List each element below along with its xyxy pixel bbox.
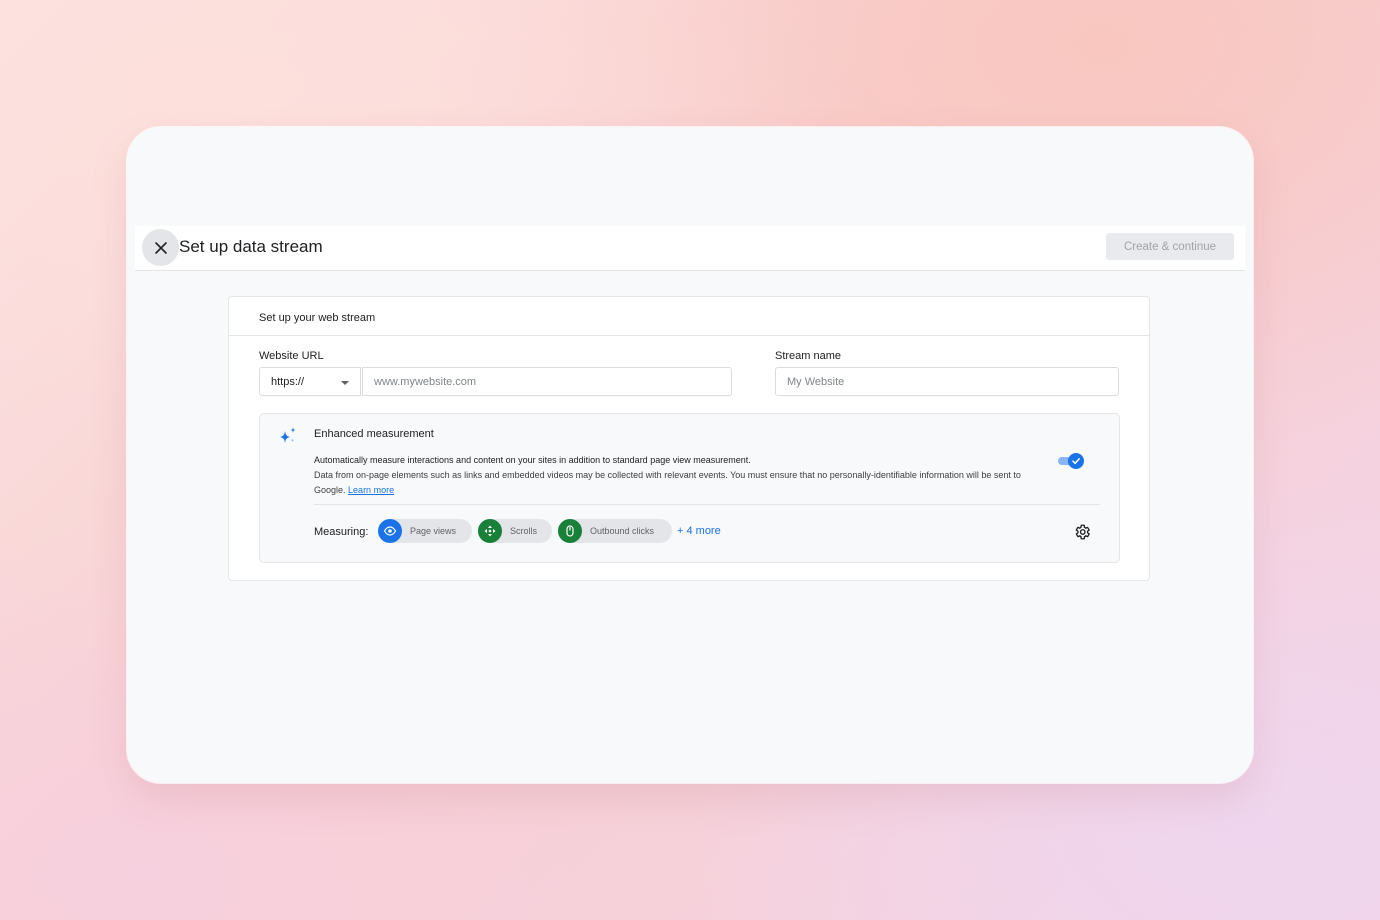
enhanced-measurement-description: Automatically measure interactions and c… [314, 453, 1049, 498]
more-link[interactable]: + 4 more [677, 525, 721, 537]
header-bar: Set up data stream Create & continue [135, 226, 1245, 271]
description-line-1: Automatically measure interactions and c… [314, 455, 751, 465]
learn-more-link[interactable]: Learn more [348, 485, 394, 495]
website-url-input[interactable]: www.mywebsite.com [362, 367, 732, 396]
chip-label: Scrolls [510, 526, 538, 536]
enhanced-measurement-title: Enhanced measurement [314, 428, 434, 440]
enhanced-measurement-panel: Enhanced measurement Automatically measu… [259, 413, 1120, 563]
app-window: Set up data stream Create & continue Set… [127, 127, 1253, 783]
url-scheme-value: https:// [271, 376, 305, 388]
url-scheme-select[interactable]: https:// [259, 367, 361, 396]
website-url-label: Website URL [259, 350, 324, 362]
measuring-label: Measuring: [314, 526, 369, 538]
description-line-2: Data from on-page elements such as links… [314, 470, 1021, 495]
close-button[interactable] [142, 229, 179, 266]
check-icon [1072, 458, 1080, 465]
stream-name-label: Stream name [775, 350, 842, 362]
mouse-icon [558, 519, 582, 543]
chip-label: Page views [410, 526, 457, 536]
sparkle-icon [280, 427, 296, 443]
chip-page-views[interactable]: Page views [378, 519, 472, 543]
toggle-thumb [1068, 453, 1084, 469]
scroll-target-icon [478, 519, 502, 543]
enhanced-measurement-toggle[interactable] [1057, 452, 1087, 471]
page-title: Set up data stream [179, 237, 323, 256]
card-title: Set up your web stream [229, 297, 1149, 336]
chip-outbound-clicks[interactable]: Outbound clicks [558, 519, 672, 543]
web-stream-card: Set up your web stream Website URL https… [228, 296, 1150, 581]
divider [314, 504, 1100, 505]
close-icon [154, 241, 167, 254]
gear-icon[interactable] [1073, 523, 1091, 541]
stream-name-input[interactable]: My Website [775, 367, 1119, 396]
create-continue-button[interactable]: Create & continue [1106, 233, 1234, 260]
chip-scrolls[interactable]: Scrolls [478, 519, 552, 543]
eye-icon [378, 519, 402, 543]
dropdown-arrow-icon [341, 381, 349, 385]
chip-label: Outbound clicks [590, 526, 655, 536]
